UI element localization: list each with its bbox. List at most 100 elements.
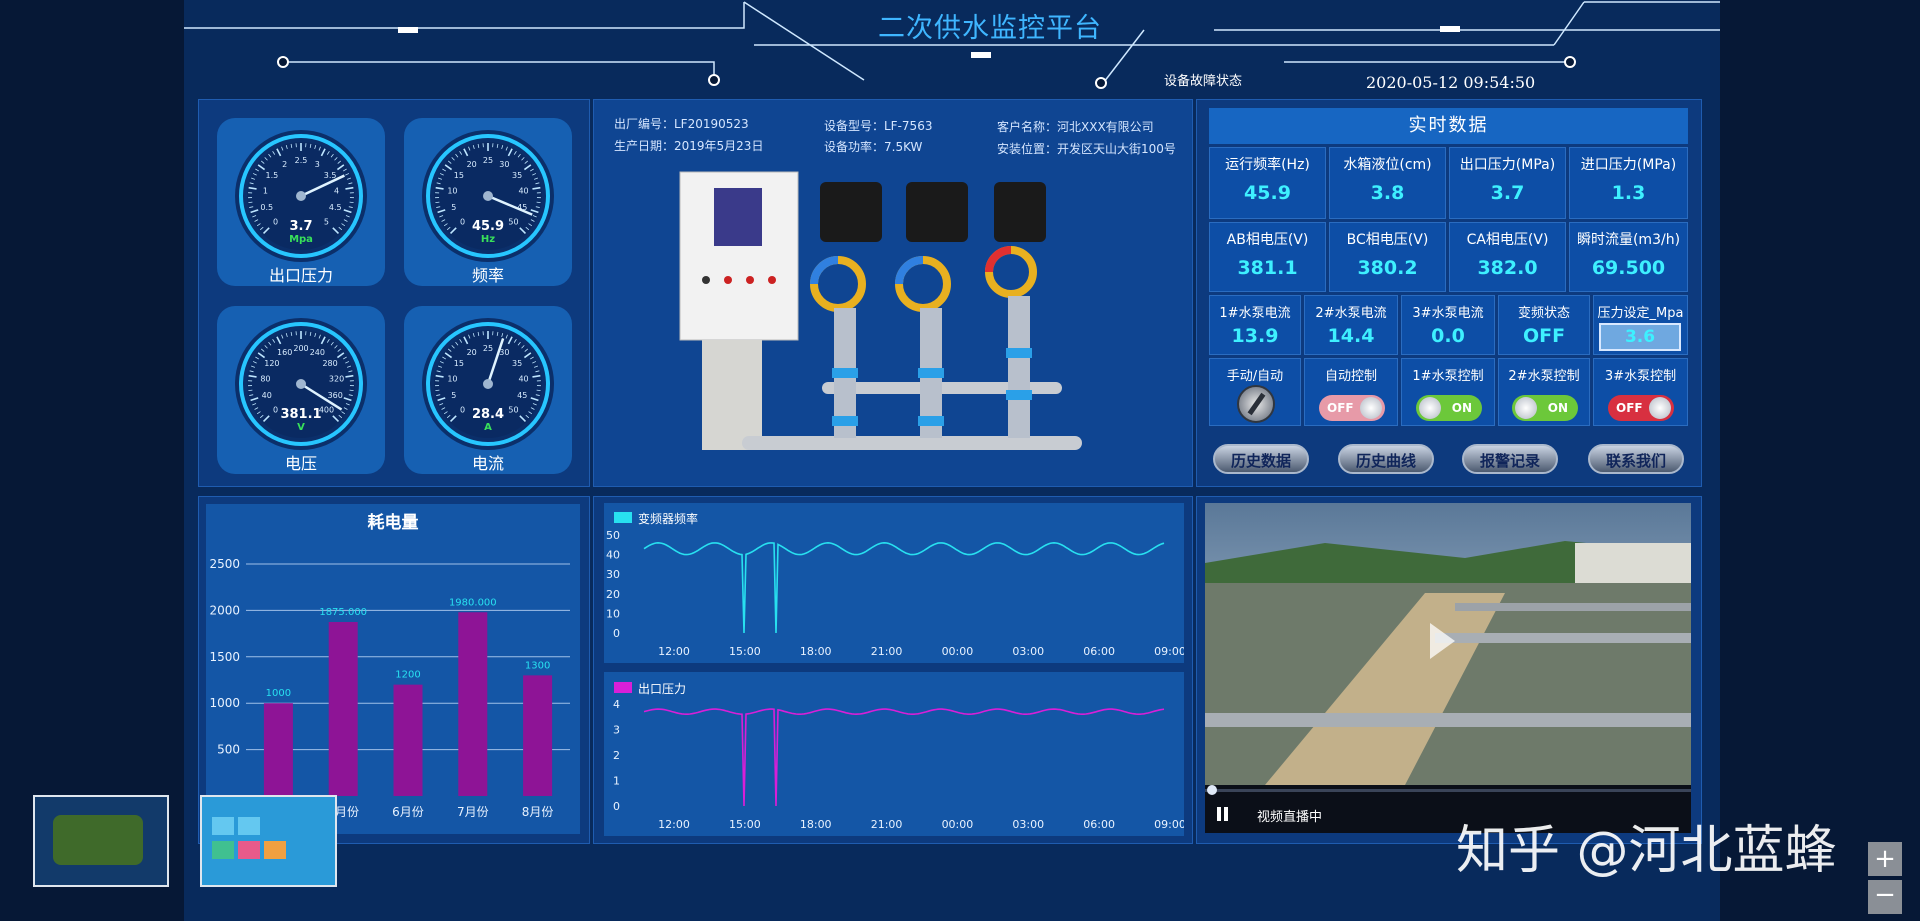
toggle-knob	[1419, 397, 1441, 419]
gauge-tick-label: 240	[310, 348, 325, 357]
line-xtick-label: 21:00	[871, 645, 903, 658]
node-dot	[277, 56, 289, 68]
rt-cell-outlet-pressure: 出口压力(MPa) 3.7	[1449, 147, 1566, 219]
gauge-hub	[296, 191, 306, 201]
pause-icon[interactable]	[1217, 807, 1221, 821]
gauge-tick-label: 20	[467, 348, 477, 357]
video-frame	[1205, 503, 1691, 785]
gauge-tick-label: 2	[282, 160, 287, 169]
rt-cell-auto-control: 自动控制 OFF	[1304, 358, 1398, 426]
gauge-tick-label: 10	[447, 186, 457, 195]
rt-cell-pump1-control: 1#水泵控制 ON	[1401, 358, 1495, 426]
gauge-tick-label: 200	[293, 344, 308, 353]
history-data-button[interactable]: 历史数据	[1213, 444, 1309, 474]
gauge-tick	[435, 201, 440, 204]
rt-label: 压力设定_Mpa	[1597, 306, 1684, 321]
bar-5	[523, 675, 553, 796]
factory-no: 出厂编号：LF20190523	[614, 117, 749, 131]
device-power: 设备功率：7.5KW	[824, 140, 923, 154]
rt-label: 变频状态	[1517, 306, 1570, 321]
pump1-toggle[interactable]: ON	[1416, 395, 1482, 421]
node-dot	[1095, 77, 1107, 89]
datetime: 2020-05-12 09:54:50	[1366, 73, 1536, 92]
rt-cell-pump2-control: 2#水泵控制 ON	[1498, 358, 1590, 426]
rt-cell-flow: 瞬时流量(m3/h) 69.500	[1569, 222, 1688, 292]
knob-indicator	[1247, 392, 1266, 416]
live-label: 视频直播中	[1257, 810, 1323, 825]
header-marker	[398, 27, 418, 33]
video-progress-handle[interactable]	[1207, 785, 1217, 795]
install-location: 安装位置：开发区天山大街100号	[997, 142, 1176, 156]
gauge-tick-label: 160	[277, 348, 292, 357]
gauge-value: 45.9	[472, 219, 504, 234]
bar-xtick-label: 8月份	[522, 805, 554, 819]
rt-value: 0.0	[1431, 325, 1465, 347]
manifold-pipe-bottom	[742, 436, 1082, 450]
line-xtick-label: 00:00	[942, 818, 974, 831]
line-ytick-label: 10	[606, 607, 620, 620]
gauge-card-pressure: 0 0.5 1 1.5 2 2.5 3 3.5 4 4.5 5 3.7 Mpa 出口压力	[217, 118, 385, 286]
gauge-tick	[435, 389, 440, 392]
freq-legend-swatch	[614, 512, 632, 523]
history-curve-button[interactable]: 历史曲线	[1338, 444, 1434, 474]
line-ytick-label: 40	[606, 549, 620, 562]
rt-label: 手动/自动	[1226, 369, 1284, 384]
gauge-value: 3.7	[289, 219, 312, 234]
gauge-tick	[349, 201, 354, 204]
gauge-tick	[349, 389, 354, 392]
line-xtick-label: 12:00	[658, 645, 690, 658]
rt-cell-ca-voltage: CA相电压(V) 382.0	[1449, 222, 1566, 292]
contact-us-button[interactable]: 联系我们	[1588, 444, 1684, 474]
rt-cell-bc-voltage: BC相电压(V) 380.2	[1329, 222, 1446, 292]
bar-ytick-label: 2000	[209, 603, 240, 617]
line-xtick-label: 00:00	[942, 645, 974, 658]
frequency-line-chart: 0 10 20 30 40 50 12:00 15:00 18:00 21:00 00:00 03:0…	[606, 529, 1184, 658]
gauge-tick-label: 0	[273, 217, 278, 226]
voltage-gauge: 04080120160 200 240280320360400381.1V	[235, 318, 367, 450]
gauge-unit: Mpa	[289, 234, 313, 245]
toggle-state: OFF	[1327, 401, 1354, 415]
line-xtick-label: 18:00	[800, 645, 832, 658]
gauge-tick-label: 120	[264, 359, 279, 368]
thumbnail-terrain	[53, 815, 143, 865]
gauge-hub	[483, 379, 493, 389]
toggle-state: OFF	[1616, 401, 1643, 415]
alarm-record-button[interactable]: 报警记录	[1462, 444, 1558, 474]
line-ytick-label: 4	[613, 698, 620, 711]
thumbnail-scene-3d[interactable]	[33, 795, 169, 887]
zoom-in-button[interactable]: +	[1868, 842, 1902, 876]
gauge-tick-label: 360	[328, 391, 343, 400]
rt-cell-manual-auto: 手动/自动	[1209, 358, 1301, 426]
line-xtick-label: 15:00	[729, 645, 761, 658]
thumbnail-dashboard[interactable]	[200, 795, 337, 887]
gauge-label: 出口压力	[268, 266, 333, 285]
video-progress-track[interactable]	[1205, 789, 1691, 792]
auto-control-toggle[interactable]: OFF	[1319, 395, 1385, 421]
node-dot	[1564, 56, 1576, 68]
line-xtick-label: 06:00	[1083, 645, 1115, 658]
mode-knob[interactable]	[1237, 385, 1275, 423]
rt-cell-pump3-control: 3#水泵控制 OFF	[1593, 358, 1688, 426]
rt-label: 瞬时流量(m3/h)	[1576, 232, 1681, 248]
fault-status-label: 设备故障状态	[1164, 74, 1243, 89]
gauge-label: 电压	[284, 454, 317, 473]
rt-label: 自动控制	[1324, 369, 1377, 384]
gauge-tick-label: 2.5	[295, 156, 308, 165]
gauge-tick-label: 3.5	[324, 171, 337, 180]
pause-icon-bar	[1224, 807, 1228, 821]
header-line-left	[184, 2, 745, 29]
cabinet-screen	[714, 188, 762, 246]
thumb-tile	[212, 841, 234, 859]
zoom-out-button[interactable]: −	[1868, 880, 1902, 914]
gauge-label: 频率	[471, 266, 504, 285]
pressure-setpoint-input[interactable]: 3.6	[1599, 323, 1681, 351]
gauge-tick-label: 0	[460, 217, 465, 226]
rt-label: 出口压力(MPa)	[1459, 157, 1556, 173]
gauge-tick-label: 4.5	[329, 203, 342, 212]
rt-cell-pressure-setpoint: 压力设定_Mpa 3.6	[1593, 295, 1688, 355]
pump3-toggle[interactable]: OFF	[1608, 395, 1674, 421]
gauge-tick	[536, 389, 541, 392]
bar-ytick-label: 500	[217, 743, 240, 757]
pump2-toggle[interactable]: ON	[1512, 395, 1578, 421]
current-gauge: 05101520 25 303540455028.4A	[422, 318, 554, 450]
